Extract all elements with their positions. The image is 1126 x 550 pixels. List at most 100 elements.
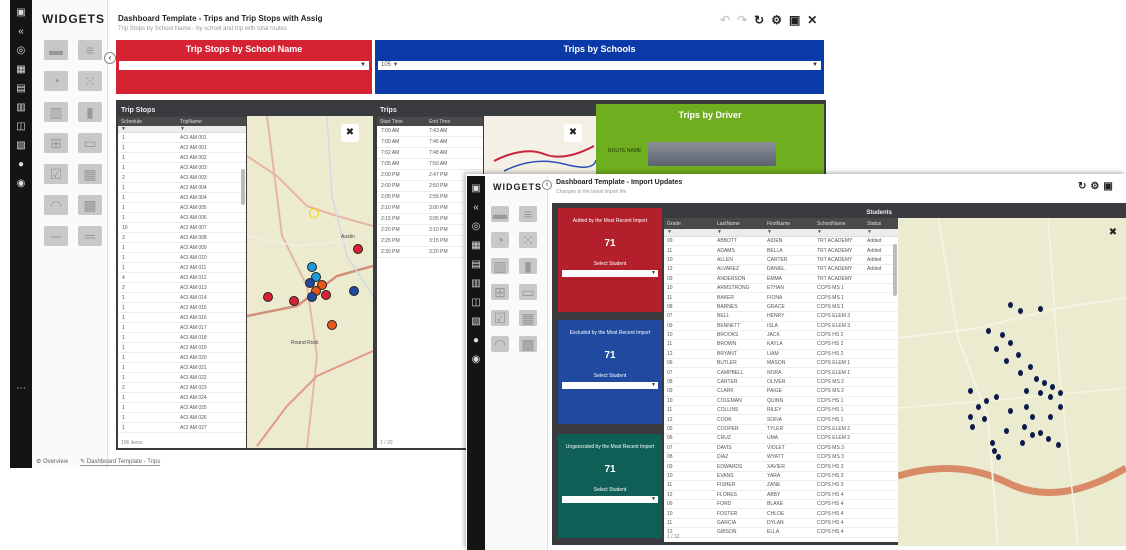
widget-text-icon[interactable]: ▭ bbox=[519, 284, 537, 300]
student-marker[interactable] bbox=[1028, 364, 1033, 370]
table-row[interactable]: 1 ACI AM 006 bbox=[118, 213, 246, 223]
widget-bar-icon[interactable]: ▥ bbox=[44, 102, 68, 122]
select-student-dropdown[interactable]: ▼ bbox=[562, 270, 658, 277]
stop-marker[interactable] bbox=[349, 286, 359, 296]
widget-list-icon[interactable]: ≡ bbox=[519, 206, 537, 222]
student-marker[interactable] bbox=[1048, 394, 1053, 400]
table-row[interactable]: 7:02 AM 7:48 AM bbox=[377, 148, 483, 159]
widget-card-icon[interactable]: ▬ bbox=[491, 206, 509, 222]
undo-icon[interactable]: ↶ bbox=[720, 13, 730, 27]
map-icon[interactable]: ▦ bbox=[471, 241, 481, 251]
table-row[interactable]: 11 FISHER ZANE CCPS HS 3 bbox=[664, 481, 898, 491]
table-row[interactable]: 1 ACI AM 020 bbox=[118, 353, 246, 363]
table-row[interactable]: 08 DIAZ WYATT CCPS MS 3 bbox=[664, 453, 898, 463]
chat-icon[interactable]: ◫ bbox=[471, 298, 481, 308]
column-header[interactable]: End Time bbox=[429, 119, 450, 125]
clipboard-icon[interactable]: ▧ bbox=[471, 317, 481, 327]
table-row[interactable]: 3 ACI AM 008 bbox=[118, 233, 246, 243]
table-row[interactable]: 11 GARCIA DYLAN CCPS HS 4 bbox=[664, 519, 898, 529]
student-marker[interactable] bbox=[984, 398, 989, 404]
widget-text-icon[interactable]: ▭ bbox=[78, 133, 102, 153]
table-row[interactable]: 1 ACI AM 016 bbox=[118, 313, 246, 323]
widget-bar-icon[interactable]: ▥ bbox=[491, 258, 509, 274]
table-row[interactable]: 07 CAMPBELL NORA CCPS ELEM 1 bbox=[664, 368, 898, 378]
save-icon[interactable]: ▣ bbox=[789, 13, 800, 27]
column-header[interactable]: Grade bbox=[664, 221, 714, 227]
student-marker[interactable] bbox=[1058, 404, 1063, 410]
stop-marker[interactable] bbox=[353, 244, 363, 254]
table-row[interactable]: 07 BELL HENRY CCPS ELEM 3 bbox=[664, 312, 898, 322]
student-marker[interactable] bbox=[976, 404, 981, 410]
student-marker[interactable] bbox=[1038, 306, 1043, 312]
student-marker[interactable] bbox=[1056, 442, 1061, 448]
more-icon[interactable]: ⋯ bbox=[16, 384, 26, 394]
student-marker[interactable] bbox=[1042, 380, 1047, 386]
table-row[interactable]: 06 CRUZ UMA CCPS ELEM 2 bbox=[664, 434, 898, 444]
select-student-button[interactable]: Select Student bbox=[594, 373, 627, 379]
table-row[interactable]: 12 ALVAREZ DANIEL TRT ACADEMY Added bbox=[664, 265, 898, 275]
student-marker[interactable] bbox=[1018, 308, 1023, 314]
student-marker[interactable] bbox=[1008, 302, 1013, 308]
redo-icon[interactable]: ↷ bbox=[737, 13, 747, 27]
table-row[interactable]: 1 ACI AM 018 bbox=[118, 333, 246, 343]
bell-icon[interactable]: ● bbox=[16, 160, 26, 170]
student-marker[interactable] bbox=[1016, 352, 1021, 358]
stops-by-school-select[interactable]: ▼ bbox=[119, 61, 369, 70]
collapse-icon[interactable]: « bbox=[471, 203, 481, 213]
widget-table-icon[interactable]: ⊞ bbox=[491, 284, 509, 300]
table-row[interactable]: 1 ACI AM 011 bbox=[118, 263, 246, 273]
student-marker[interactable] bbox=[1030, 432, 1035, 438]
student-marker[interactable] bbox=[1004, 428, 1009, 434]
filter-input[interactable]: ▼ bbox=[764, 229, 814, 236]
stop-marker[interactable] bbox=[263, 292, 273, 302]
routing-icon[interactable]: ◎ bbox=[471, 222, 481, 232]
filter-input[interactable]: ▼ bbox=[864, 229, 894, 236]
table-row[interactable]: 09 BENNETT ISLA CCPS ELEM 3 bbox=[664, 322, 898, 331]
table-row[interactable]: 09 ABBOTT AIDEN TRT ACADEMY Added bbox=[664, 237, 898, 247]
widget-table-icon[interactable]: ⊞ bbox=[44, 133, 68, 153]
table-row[interactable]: 2 ACI AM 003 bbox=[118, 173, 246, 183]
report-icon[interactable]: ▥ bbox=[16, 103, 26, 113]
table-row[interactable]: 1 ACI AM 027 bbox=[118, 423, 246, 433]
trip-stops-map[interactable]: ✖ Austin Round Rock bbox=[247, 116, 373, 448]
table-row[interactable]: 08 CARTER OLIVER CCPS MS 2 bbox=[664, 378, 898, 388]
widget-range-icon[interactable]: ═ bbox=[78, 226, 102, 246]
table-row[interactable]: 06 BUTLER MASON CCPS ELEM 1 bbox=[664, 359, 898, 369]
student-marker[interactable] bbox=[1038, 430, 1043, 436]
book-icon[interactable]: ▤ bbox=[16, 84, 26, 94]
table-row[interactable]: 10 ACI AM 007 bbox=[118, 223, 246, 233]
student-marker[interactable] bbox=[1000, 332, 1005, 338]
column-header[interactable]: SchoolName bbox=[814, 221, 864, 227]
trips-map[interactable]: ✖ bbox=[484, 116, 596, 176]
close-icon[interactable]: ✕ bbox=[807, 13, 817, 27]
stop-marker[interactable] bbox=[327, 320, 337, 330]
driver-bar[interactable] bbox=[648, 142, 776, 166]
table-row[interactable]: 09 FORD BLAKE CCPS HS 4 bbox=[664, 500, 898, 510]
widget-column-icon[interactable]: ▮ bbox=[78, 102, 102, 122]
table-row[interactable]: 1 ACI AM 022 bbox=[118, 373, 246, 383]
table-row[interactable]: 1 ACI AM 010 bbox=[118, 253, 246, 263]
table-row[interactable]: 10 ALLEN CARTER TRT ACADEMY Added bbox=[664, 256, 898, 266]
table-row[interactable]: 1 ACI AM 001 bbox=[118, 133, 246, 143]
column-header[interactable]: LastName bbox=[714, 221, 764, 227]
table-row[interactable]: 12 FLORES ABBY CCPS HS 4 bbox=[664, 491, 898, 500]
students-map[interactable]: ✖ bbox=[898, 218, 1126, 546]
table-row[interactable]: 7:00 AM 7:43 AM bbox=[377, 126, 483, 137]
student-marker[interactable] bbox=[1050, 384, 1055, 390]
student-marker[interactable] bbox=[994, 394, 999, 400]
select-student-dropdown[interactable]: ▼ bbox=[562, 382, 658, 389]
table-row[interactable]: 10 BROOKS JACK CCPS HS 2 bbox=[664, 331, 898, 341]
table-row[interactable]: 07 DAVIS VIOLET CCPS MS 3 bbox=[664, 444, 898, 453]
report-icon[interactable]: ▥ bbox=[471, 279, 481, 289]
tools-icon[interactable]: ✖ bbox=[564, 124, 582, 142]
widget-scatter-icon[interactable]: ⁙ bbox=[519, 232, 537, 248]
stop-marker[interactable] bbox=[307, 262, 317, 272]
scrollbar[interactable] bbox=[893, 244, 897, 296]
trips-by-schools-select[interactable]: 105 ▼ ▼ bbox=[378, 61, 821, 70]
table-row[interactable]: 7:05 AM 7:50 AM bbox=[377, 159, 483, 170]
filter-input[interactable]: ▼ bbox=[118, 126, 180, 132]
table-row[interactable]: 1 ACI AM 002 bbox=[118, 153, 246, 163]
column-header[interactable]: Start Time bbox=[377, 119, 429, 125]
table-row[interactable]: 1 ACI AM 021 bbox=[118, 363, 246, 373]
student-marker[interactable] bbox=[1018, 370, 1023, 376]
